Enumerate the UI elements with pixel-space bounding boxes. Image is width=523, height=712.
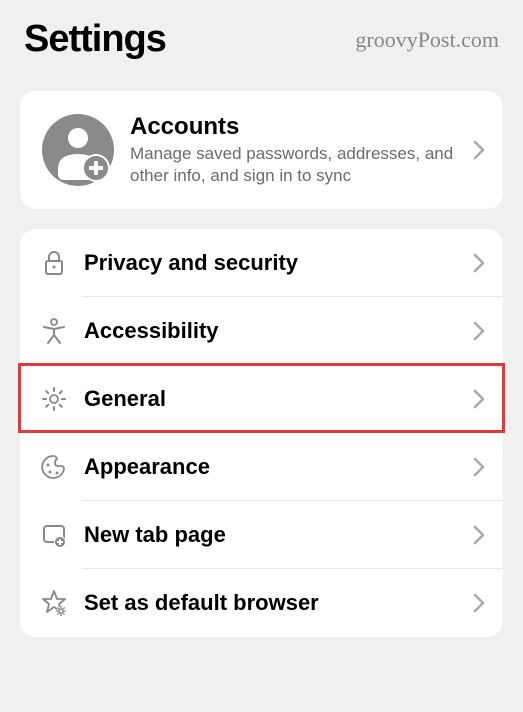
- avatar-add-icon: [42, 114, 114, 186]
- accessibility-icon: [40, 317, 68, 345]
- accounts-card: Accounts Manage saved passwords, address…: [20, 91, 503, 209]
- accounts-title: Accounts: [130, 113, 457, 141]
- menu-label: Appearance: [84, 454, 457, 480]
- menu-label: Set as default browser: [84, 590, 457, 616]
- gear-icon: [40, 385, 68, 413]
- chevron-right-icon: [473, 525, 485, 545]
- page-title: Settings: [24, 18, 166, 61]
- chevron-right-icon: [473, 140, 485, 160]
- chevron-right-icon: [473, 389, 485, 409]
- palette-icon: [40, 453, 68, 481]
- accounts-text: Accounts Manage saved passwords, address…: [130, 113, 457, 187]
- chevron-right-icon: [473, 457, 485, 477]
- menu-item-appearance[interactable]: Appearance: [20, 433, 503, 501]
- chevron-right-icon: [473, 253, 485, 273]
- menu-item-general[interactable]: General: [20, 365, 503, 433]
- new-tab-icon: [40, 521, 68, 549]
- chevron-right-icon: [473, 321, 485, 341]
- star-gear-icon: [40, 589, 68, 617]
- menu-label: Privacy and security: [84, 250, 457, 276]
- menu-card: Privacy and security Accessibility: [20, 229, 503, 637]
- accounts-row[interactable]: Accounts Manage saved passwords, address…: [20, 91, 503, 209]
- menu-item-accessibility[interactable]: Accessibility: [20, 297, 503, 365]
- accounts-subtitle: Manage saved passwords, addresses, and o…: [130, 143, 457, 187]
- menu-item-default-browser[interactable]: Set as default browser: [20, 569, 503, 637]
- watermark: groovyPost.com: [355, 27, 499, 53]
- header: Settings groovyPost.com: [0, 0, 523, 91]
- menu-label: Accessibility: [84, 318, 457, 344]
- menu-label: General: [84, 386, 457, 412]
- menu-label: New tab page: [84, 522, 457, 548]
- menu-item-new-tab[interactable]: New tab page: [20, 501, 503, 569]
- menu-item-privacy[interactable]: Privacy and security: [20, 229, 503, 297]
- lock-icon: [40, 249, 68, 277]
- chevron-right-icon: [473, 593, 485, 613]
